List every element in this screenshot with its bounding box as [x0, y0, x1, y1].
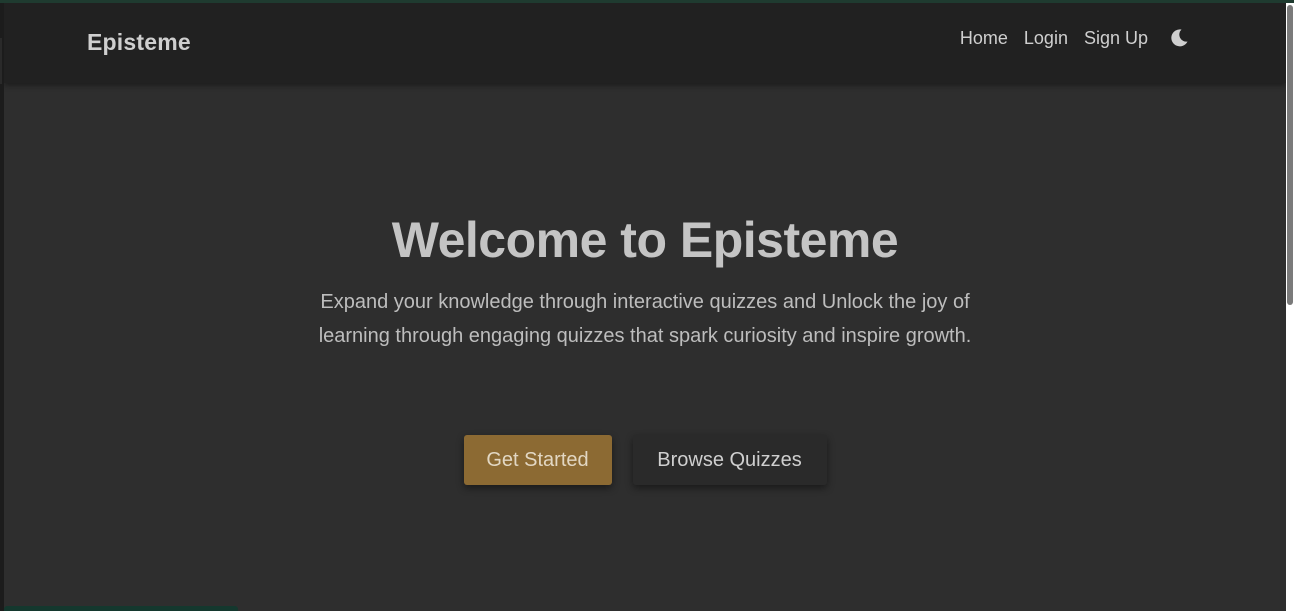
hero-section: Welcome to Episteme Expand your knowledg… — [4, 83, 1286, 611]
nav-link-login[interactable]: Login — [1024, 28, 1068, 49]
browse-quizzes-button[interactable]: Browse Quizzes — [632, 435, 827, 485]
scrollbar-thumb[interactable] — [1287, 5, 1293, 305]
hero-title: Welcome to Episteme — [391, 212, 899, 268]
navbar: Episteme Home Login Sign Up — [4, 3, 1286, 83]
moon-icon — [1171, 29, 1188, 47]
left-edge-marker — [0, 38, 2, 84]
nav-link-sign-up[interactable]: Sign Up — [1084, 28, 1148, 49]
page: Episteme Home Login Sign Up Welcome to E… — [4, 3, 1286, 611]
theme-toggle-button[interactable] — [1168, 27, 1190, 49]
bottom-overlay-tab — [4, 606, 238, 611]
nav-links: Home Login Sign Up — [960, 27, 1190, 49]
nav-link-home[interactable]: Home — [960, 28, 1008, 49]
hero-subtitle: Expand your knowledge through interactiv… — [318, 291, 972, 347]
hero-actions: Get Started Browse Quizzes — [4, 435, 1286, 485]
vertical-scrollbar[interactable] — [1286, 3, 1294, 611]
brand-logo-link[interactable]: Episteme — [87, 29, 191, 56]
get-started-button[interactable]: Get Started — [463, 435, 612, 485]
browser-viewport: Episteme Home Login Sign Up Welcome to E… — [0, 0, 1294, 611]
